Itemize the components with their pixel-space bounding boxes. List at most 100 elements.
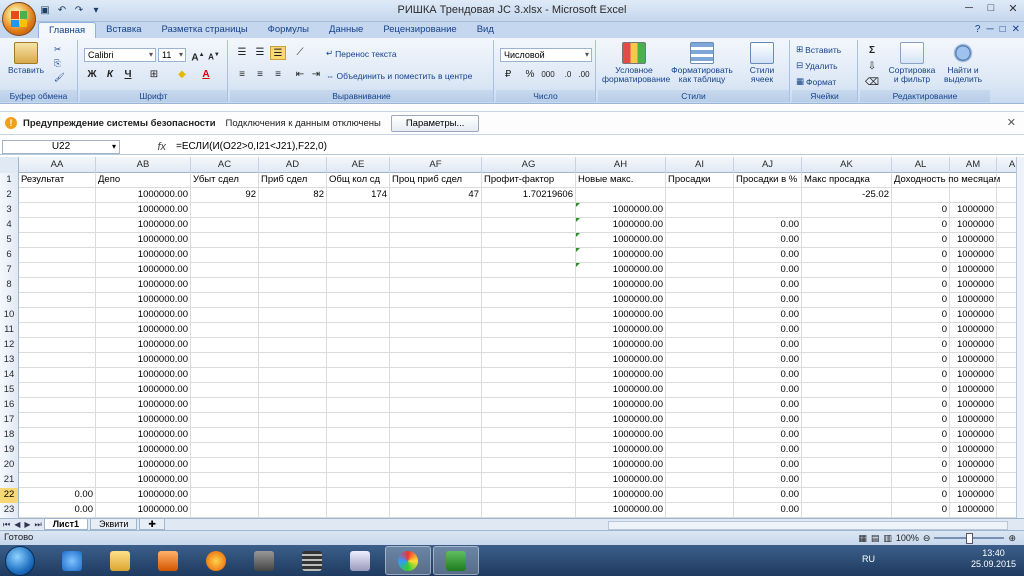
column-header-aa[interactable]: AA	[19, 157, 96, 173]
taskbar-paint[interactable]	[385, 546, 431, 575]
cell-aa14[interactable]	[19, 368, 96, 382]
cell-aj5[interactable]: 0.00	[734, 233, 802, 247]
cell-aj12[interactable]: 0.00	[734, 338, 802, 352]
cell-ah13[interactable]: 1000000.00	[576, 353, 666, 367]
cell-am16[interactable]: 1000000	[950, 398, 997, 412]
cell-ai4[interactable]	[666, 218, 734, 232]
cell-al11[interactable]: 0	[892, 323, 950, 337]
tab-1[interactable]: Вставка	[96, 22, 151, 38]
zoom-slider[interactable]	[934, 533, 1005, 544]
normal-view-icon[interactable]: ▦	[858, 531, 867, 545]
decrease-indent-icon[interactable]: ⇤	[292, 68, 308, 82]
clear-icon[interactable]: ⌫	[864, 76, 880, 90]
select-all-corner[interactable]	[0, 157, 19, 173]
cell-ac7[interactable]	[191, 263, 259, 277]
cell-ad17[interactable]	[259, 413, 327, 427]
cell-aj15[interactable]: 0.00	[734, 383, 802, 397]
autosum-icon[interactable]: Σ	[864, 44, 880, 58]
cell-al9[interactable]: 0	[892, 293, 950, 307]
cell-ad5[interactable]	[259, 233, 327, 247]
cell-aj18[interactable]: 0.00	[734, 428, 802, 442]
copy-button[interactable]: ⎘	[54, 58, 61, 69]
cell-aa10[interactable]	[19, 308, 96, 322]
cell-ad8[interactable]	[259, 278, 327, 292]
cell-ak15[interactable]	[802, 383, 892, 397]
page-layout-icon[interactable]: ▤	[871, 531, 880, 545]
cell-ah23[interactable]: 1000000.00	[576, 503, 666, 517]
next-sheet-icon[interactable]: ▶	[24, 520, 30, 530]
cell-ah22[interactable]: 1000000.00	[576, 488, 666, 502]
cell-ah20[interactable]: 1000000.00	[576, 458, 666, 472]
cell-ai19[interactable]	[666, 443, 734, 457]
cell-ai14[interactable]	[666, 368, 734, 382]
cell-ag22[interactable]	[482, 488, 576, 502]
cell-an7[interactable]	[997, 263, 1016, 277]
tab-6[interactable]: Вид	[467, 22, 504, 38]
row-header[interactable]: 7	[0, 263, 19, 278]
cell-ah3[interactable]: 1000000.00	[576, 203, 666, 217]
decrease-decimal-icon[interactable]: .00	[576, 68, 592, 82]
cell-aj11[interactable]: 0.00	[734, 323, 802, 337]
cell-af21[interactable]	[390, 473, 482, 487]
conditional-format-button[interactable]: Условное форматирование	[602, 42, 670, 84]
cell-am2[interactable]	[950, 188, 997, 202]
cell-aa12[interactable]	[19, 338, 96, 352]
cell-am22[interactable]: 1000000	[950, 488, 997, 502]
cell-af20[interactable]	[390, 458, 482, 472]
cell-al8[interactable]: 0	[892, 278, 950, 292]
cell-aj9[interactable]: 0.00	[734, 293, 802, 307]
cell-ab1[interactable]: Депо	[96, 173, 191, 187]
cell-an23[interactable]	[997, 503, 1016, 517]
cell-ah8[interactable]: 1000000.00	[576, 278, 666, 292]
cell-ac13[interactable]	[191, 353, 259, 367]
align-middle-icon[interactable]: ☰	[252, 46, 268, 60]
cell-ah7[interactable]: 1000000.00	[576, 263, 666, 277]
cell-am9[interactable]: 1000000	[950, 293, 997, 307]
cell-ag13[interactable]	[482, 353, 576, 367]
cell-ad9[interactable]	[259, 293, 327, 307]
cell-ac6[interactable]	[191, 248, 259, 262]
cell-ab21[interactable]: 1000000.00	[96, 473, 191, 487]
cell-ae2[interactable]: 174	[327, 188, 390, 202]
cell-an8[interactable]	[997, 278, 1016, 292]
cell-ae20[interactable]	[327, 458, 390, 472]
cell-ag12[interactable]	[482, 338, 576, 352]
cell-an22[interactable]	[997, 488, 1016, 502]
cell-ae11[interactable]	[327, 323, 390, 337]
currency-icon[interactable]: ₽	[500, 68, 516, 82]
cell-ab9[interactable]: 1000000.00	[96, 293, 191, 307]
row-header[interactable]: 18	[0, 428, 19, 443]
cell-aa19[interactable]	[19, 443, 96, 457]
fill-color-icon[interactable]: ◆	[174, 68, 190, 82]
wrap-text-button[interactable]: ↵ Перенос текста	[326, 48, 397, 59]
cell-ab4[interactable]: 1000000.00	[96, 218, 191, 232]
cell-ak21[interactable]	[802, 473, 892, 487]
cell-ak19[interactable]	[802, 443, 892, 457]
cell-am19[interactable]: 1000000	[950, 443, 997, 457]
cell-ak20[interactable]	[802, 458, 892, 472]
cell-am6[interactable]: 1000000	[950, 248, 997, 262]
cell-ag16[interactable]	[482, 398, 576, 412]
new-sheet-icon[interactable]: ✚	[139, 519, 165, 530]
cell-ae17[interactable]	[327, 413, 390, 427]
underline-button[interactable]: Ч	[120, 68, 136, 82]
italic-button[interactable]: К	[102, 68, 118, 82]
cell-aj17[interactable]: 0.00	[734, 413, 802, 427]
cell-ab16[interactable]: 1000000.00	[96, 398, 191, 412]
align-top-icon[interactable]: ☰	[234, 46, 250, 60]
cell-ah11[interactable]: 1000000.00	[576, 323, 666, 337]
cell-ak11[interactable]	[802, 323, 892, 337]
cell-am1[interactable]	[950, 173, 997, 187]
cell-aa11[interactable]	[19, 323, 96, 337]
tab-3[interactable]: Формулы	[258, 22, 319, 38]
cell-af19[interactable]	[390, 443, 482, 457]
cell-ah10[interactable]: 1000000.00	[576, 308, 666, 322]
cell-ah9[interactable]: 1000000.00	[576, 293, 666, 307]
cell-aj20[interactable]: 0.00	[734, 458, 802, 472]
column-header-ac[interactable]: AC	[191, 157, 259, 173]
taskbar-calculator[interactable]	[289, 546, 335, 575]
row-header[interactable]: 12	[0, 338, 19, 353]
cell-aj16[interactable]: 0.00	[734, 398, 802, 412]
cell-ah17[interactable]: 1000000.00	[576, 413, 666, 427]
column-header-an[interactable]: AN	[997, 157, 1016, 173]
